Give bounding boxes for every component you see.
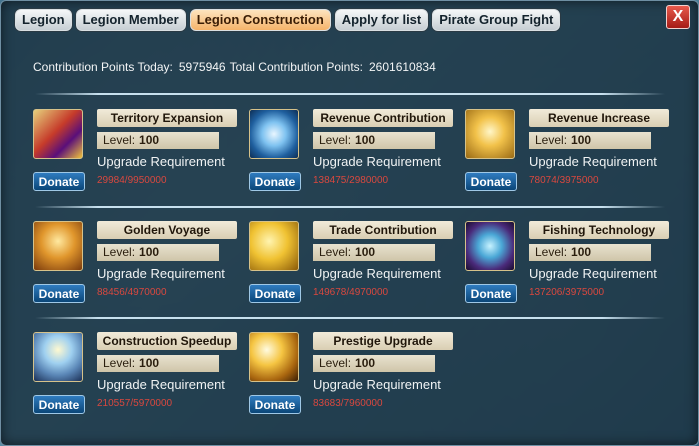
upgrade-requirement-value: 210557/5970000 xyxy=(97,398,173,409)
item-name: Revenue Contribution xyxy=(313,109,453,127)
item-level: Level: 100 xyxy=(97,132,219,149)
upgrade-requirement-value: 83683/7960000 xyxy=(313,398,383,409)
donate-button[interactable]: Donate xyxy=(33,172,85,191)
item-name: Fishing Technology xyxy=(529,221,669,239)
construction-item-prestige-upgrade: Donate Prestige Upgrade Level: 100 Upgrad… xyxy=(249,332,465,432)
points-today-label: Contribution Points Today: xyxy=(33,60,173,74)
silver-pile-icon xyxy=(33,332,83,382)
level-value: 100 xyxy=(355,245,376,259)
upgrade-requirement-label: Upgrade Requirement xyxy=(97,266,225,281)
diamond-icon xyxy=(249,109,299,159)
close-button[interactable]: X xyxy=(666,5,690,29)
item-name: Construction Speedup xyxy=(97,332,237,350)
level-value: 100 xyxy=(139,245,160,259)
level-label: Level: xyxy=(319,133,352,147)
upgrade-requirement-value: 138475/2980000 xyxy=(313,175,389,186)
construction-item-revenue-contribution: Donate Revenue Contribution Level: 100 Up… xyxy=(249,109,465,209)
donate-button[interactable]: Donate xyxy=(33,284,85,303)
item-level: Level: 100 xyxy=(97,355,219,372)
donate-button[interactable]: Donate xyxy=(465,172,517,191)
item-level: Level: 100 xyxy=(529,132,651,149)
upgrade-requirement-label: Upgrade Requirement xyxy=(313,377,441,392)
gold-triangle-icon xyxy=(465,109,515,159)
item-level: Level: 100 xyxy=(313,355,435,372)
construction-item-fishing-technology: Donate Fishing Technology Level: 100 Upgr… xyxy=(465,221,681,321)
divider xyxy=(35,93,665,95)
item-level: Level: 100 xyxy=(313,132,435,149)
item-level: Level: 100 xyxy=(529,244,651,261)
level-label: Level: xyxy=(535,133,568,147)
level-value: 100 xyxy=(139,133,160,147)
item-name: Territory Expansion xyxy=(97,109,237,127)
gold-coins-icon xyxy=(249,221,299,271)
tab-legion-construction[interactable]: Legion Construction xyxy=(189,9,331,31)
tab-legion[interactable]: Legion xyxy=(15,9,72,31)
level-value: 100 xyxy=(571,133,592,147)
tab-legion-member[interactable]: Legion Member xyxy=(75,9,186,31)
level-label: Level: xyxy=(319,245,352,259)
golden-light-icon xyxy=(249,332,299,382)
donate-button[interactable]: Donate xyxy=(249,284,301,303)
level-label: Level: xyxy=(319,356,352,370)
level-label: Level: xyxy=(103,133,136,147)
close-icon: X xyxy=(672,8,684,25)
construction-item-golden-voyage: Donate Golden Voyage Level: 100 Upgrade R… xyxy=(33,221,249,321)
level-label: Level: xyxy=(535,245,568,259)
upgrade-requirement-label: Upgrade Requirement xyxy=(529,154,657,169)
donate-button[interactable]: Donate xyxy=(249,395,301,414)
upgrade-requirement-label: Upgrade Requirement xyxy=(529,266,657,281)
tab-bar: Legion Legion Member Legion Construction… xyxy=(15,9,561,31)
level-value: 100 xyxy=(355,356,376,370)
donate-button[interactable]: Donate xyxy=(465,284,517,303)
donate-button[interactable]: Donate xyxy=(33,395,85,414)
upgrade-requirement-value: 149678/4970000 xyxy=(313,287,389,298)
construction-item-territory-expansion: Donate Territory Expansion Level: 100 Upg… xyxy=(33,109,249,209)
territory-map-icon xyxy=(33,109,83,159)
points-total-label: Total Contribution Points: xyxy=(229,60,363,74)
construction-item-trade-contribution: Donate Trade Contribution Level: 100 Upgr… xyxy=(249,221,465,321)
legion-construction-window: Legion Legion Member Legion Construction… xyxy=(0,0,699,446)
gold-treasure-icon xyxy=(33,221,83,271)
level-value: 100 xyxy=(571,245,592,259)
fishing-orb-icon xyxy=(465,221,515,271)
upgrade-requirement-label: Upgrade Requirement xyxy=(313,154,441,169)
upgrade-requirement-label: Upgrade Requirement xyxy=(97,377,225,392)
tab-pirate-group-fight[interactable]: Pirate Group Fight xyxy=(432,9,561,31)
upgrade-requirement-value: 78074/3975000 xyxy=(529,175,599,186)
upgrade-requirement-value: 137206/3975000 xyxy=(529,287,605,298)
construction-item-construction-speedup: Donate Construction Speedup Level: 100 Up… xyxy=(33,332,249,432)
level-label: Level: xyxy=(103,245,136,259)
upgrade-requirement-value: 88456/4970000 xyxy=(97,287,167,298)
level-label: Level: xyxy=(103,356,136,370)
item-level: Level: 100 xyxy=(97,244,219,261)
contribution-points-bar: Contribution Points Today: 5975946 Total C… xyxy=(33,60,440,74)
upgrade-requirement-label: Upgrade Requirement xyxy=(313,266,441,281)
upgrade-requirement-label: Upgrade Requirement xyxy=(97,154,225,169)
item-level: Level: 100 xyxy=(313,244,435,261)
level-value: 100 xyxy=(139,356,160,370)
item-name: Trade Contribution xyxy=(313,221,453,239)
construction-item-revenue-increase: Donate Revenue Increase Level: 100 Upgrad… xyxy=(465,109,681,209)
item-name: Golden Voyage xyxy=(97,221,237,239)
points-total-value: 2601610834 xyxy=(369,60,436,74)
item-name: Prestige Upgrade xyxy=(313,332,453,350)
item-name: Revenue Increase xyxy=(529,109,669,127)
level-value: 100 xyxy=(355,133,376,147)
upgrade-requirement-value: 29984/9950000 xyxy=(97,175,167,186)
tab-apply-for-list[interactable]: Apply for list xyxy=(334,9,429,31)
donate-button[interactable]: Donate xyxy=(249,172,301,191)
points-today-value: 5975946 xyxy=(178,60,226,74)
